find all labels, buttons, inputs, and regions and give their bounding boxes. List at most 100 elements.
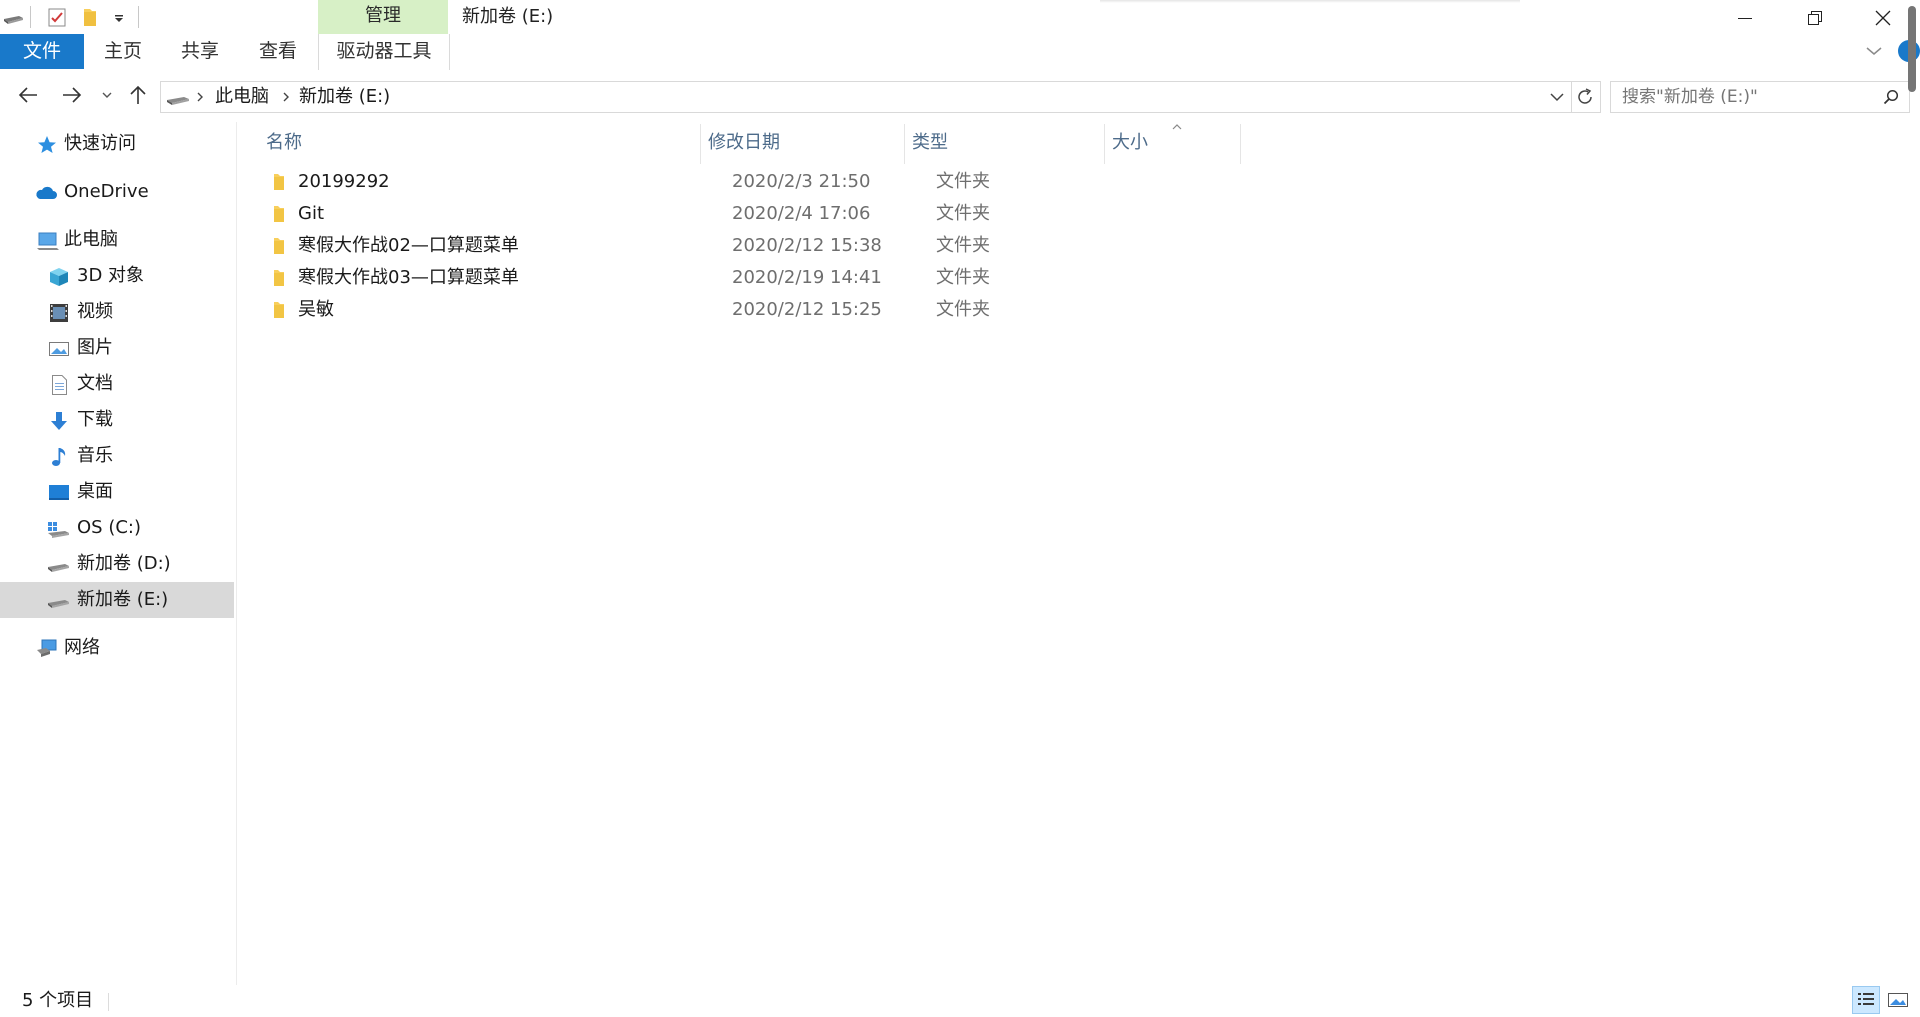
file-list: 名称 修改日期 类型 大小 20199292 2020/2/3 21:50 文件… xyxy=(238,122,1898,977)
sidebar-item-documents[interactable]: 文档 xyxy=(0,366,234,402)
sidebar-item-music[interactable]: 音乐 xyxy=(0,438,234,474)
tab-file[interactable]: 文件 xyxy=(0,34,84,69)
manage-context-tab[interactable]: 管理 xyxy=(318,0,448,34)
column-header-type[interactable]: 类型 xyxy=(912,122,948,164)
column-header-size[interactable]: 大小 xyxy=(1112,122,1148,164)
tab-drive-tools[interactable]: 驱动器工具 xyxy=(318,34,450,70)
folder-icon xyxy=(270,300,290,320)
refresh-button[interactable] xyxy=(1570,81,1601,113)
new-folder-icon[interactable] xyxy=(80,6,102,28)
sidebar-item-label: 文档 xyxy=(77,373,113,394)
computer-icon xyxy=(36,230,59,252)
breadcrumb-separator-icon[interactable] xyxy=(281,91,291,103)
tab-home[interactable]: 主页 xyxy=(104,34,142,69)
sidebar-item-3d-objects[interactable]: 3D 对象 xyxy=(0,258,234,294)
column-header-date[interactable]: 修改日期 xyxy=(708,122,780,164)
sidebar-item-network[interactable]: 网络 xyxy=(0,630,234,666)
file-date: 2020/2/3 21:50 xyxy=(732,171,871,192)
folder-icon xyxy=(270,204,290,224)
refresh-icon xyxy=(1578,88,1592,104)
sidebar-item-this-pc[interactable]: 此电脑 xyxy=(0,222,234,258)
minimize-button[interactable] xyxy=(1710,0,1780,34)
file-name: 寒假大作战03—口算题菜单 xyxy=(298,267,519,288)
file-type: 文件夹 xyxy=(936,299,990,320)
file-row[interactable]: 20199292 2020/2/3 21:50 文件夹 xyxy=(262,166,1262,198)
file-name: Git xyxy=(298,203,325,224)
document-icon xyxy=(48,374,70,396)
column-divider[interactable] xyxy=(1104,124,1105,164)
file-date: 2020/2/19 14:41 xyxy=(732,267,882,288)
quick-access-separator-2 xyxy=(138,6,139,28)
details-view-icon xyxy=(1858,993,1874,1005)
tab-share[interactable]: 共享 xyxy=(181,34,219,69)
sidebar-item-label: 网络 xyxy=(64,637,100,658)
file-row[interactable]: 寒假大作战02—口算题菜单 2020/2/12 15:38 文件夹 xyxy=(262,230,1262,262)
cube-icon xyxy=(48,266,70,288)
sidebar-item-label: OS (C:) xyxy=(77,517,141,538)
restore-button[interactable] xyxy=(1780,0,1850,34)
file-row[interactable]: 吴敏 2020/2/12 15:25 文件夹 xyxy=(262,294,1262,326)
customize-toolbar-icon[interactable] xyxy=(108,6,130,28)
window-title: 新加卷 (E:) xyxy=(462,6,554,27)
sidebar-item-downloads[interactable]: 下载 xyxy=(0,402,234,438)
column-divider[interactable] xyxy=(1240,124,1241,164)
sidebar-item-videos[interactable]: 视频 xyxy=(0,294,234,330)
recent-locations-chevron-icon[interactable] xyxy=(100,84,114,106)
file-name: 寒假大作战02—口算题菜单 xyxy=(298,235,519,256)
ribbon-tab-bar: 文件 主页 共享 查看 驱动器工具 xyxy=(0,34,1920,71)
sidebar-item-onedrive[interactable]: OneDrive xyxy=(0,174,234,210)
drive-icon xyxy=(2,6,24,28)
address-history-chevron-icon[interactable] xyxy=(1549,90,1565,104)
sidebar-item-drive-e[interactable]: 新加卷 (E:) xyxy=(0,582,234,618)
sidebar-item-label: 3D 对象 xyxy=(77,265,145,286)
back-arrow-icon[interactable] xyxy=(16,84,40,106)
sidebar-item-label: OneDrive xyxy=(64,181,149,202)
up-arrow-icon[interactable] xyxy=(126,84,150,106)
sort-ascending-icon xyxy=(1170,122,1184,132)
title-bar: 管理 新加卷 (E:) xyxy=(0,0,1920,34)
drive-icon xyxy=(46,590,69,612)
column-divider[interactable] xyxy=(700,124,701,164)
sidebar-item-quick-access[interactable]: 快速访问 xyxy=(0,126,234,162)
forward-arrow-icon[interactable] xyxy=(60,84,84,106)
breadcrumb-this-pc[interactable]: 此电脑 xyxy=(215,82,269,112)
column-header-name[interactable]: 名称 xyxy=(266,122,302,164)
system-drive-icon xyxy=(46,518,69,540)
sidebar-item-label: 桌面 xyxy=(77,481,113,502)
breadcrumb-current-drive[interactable]: 新加卷 (E:) xyxy=(299,82,390,112)
file-row[interactable]: 寒假大作战03—口算题菜单 2020/2/19 14:41 文件夹 xyxy=(262,262,1262,294)
drive-icon xyxy=(46,554,69,576)
file-name: 吴敏 xyxy=(298,299,334,320)
tab-view[interactable]: 查看 xyxy=(259,34,297,69)
sidebar-item-pictures[interactable]: 图片 xyxy=(0,330,234,366)
large-icons-view-button[interactable] xyxy=(1884,986,1912,1014)
sidebar-item-drive-c[interactable]: OS (C:) xyxy=(0,510,234,546)
scrollbar-thumb[interactable] xyxy=(1908,6,1916,92)
folder-icon xyxy=(270,236,290,256)
search-icon[interactable] xyxy=(1883,89,1899,105)
quick-access-separator xyxy=(30,6,31,28)
sidebar-item-desktop[interactable]: 桌面 xyxy=(0,474,234,510)
vertical-scrollbar[interactable] xyxy=(1906,0,1918,1017)
column-divider[interactable] xyxy=(904,124,905,164)
sidebar-item-label: 音乐 xyxy=(77,445,113,466)
file-row[interactable]: Git 2020/2/4 17:06 文件夹 xyxy=(262,198,1262,230)
sidebar-item-drive-d[interactable]: 新加卷 (D:) xyxy=(0,546,234,582)
file-name: 20199292 xyxy=(298,171,390,192)
breadcrumb-separator-icon[interactable] xyxy=(195,91,205,103)
minimize-icon xyxy=(1738,18,1752,19)
search-box[interactable] xyxy=(1610,81,1910,113)
file-date: 2020/2/12 15:25 xyxy=(732,299,882,320)
address-bar[interactable]: 此电脑 新加卷 (E:) xyxy=(160,81,1572,113)
file-date: 2020/2/12 15:38 xyxy=(732,235,882,256)
pane-divider[interactable] xyxy=(236,122,237,992)
sidebar-item-label: 新加卷 (E:) xyxy=(77,589,169,610)
properties-icon[interactable] xyxy=(46,6,68,28)
search-input[interactable] xyxy=(1612,83,1880,111)
details-view-button[interactable] xyxy=(1852,986,1880,1014)
chevron-down-icon[interactable] xyxy=(1864,43,1884,59)
navigation-pane: 快速访问 OneDrive 此电脑 3D 对象 视频 图片 文档 下载 音乐 桌… xyxy=(0,122,236,977)
film-icon xyxy=(48,302,70,324)
music-note-icon xyxy=(48,446,70,468)
status-separator xyxy=(108,993,109,1011)
